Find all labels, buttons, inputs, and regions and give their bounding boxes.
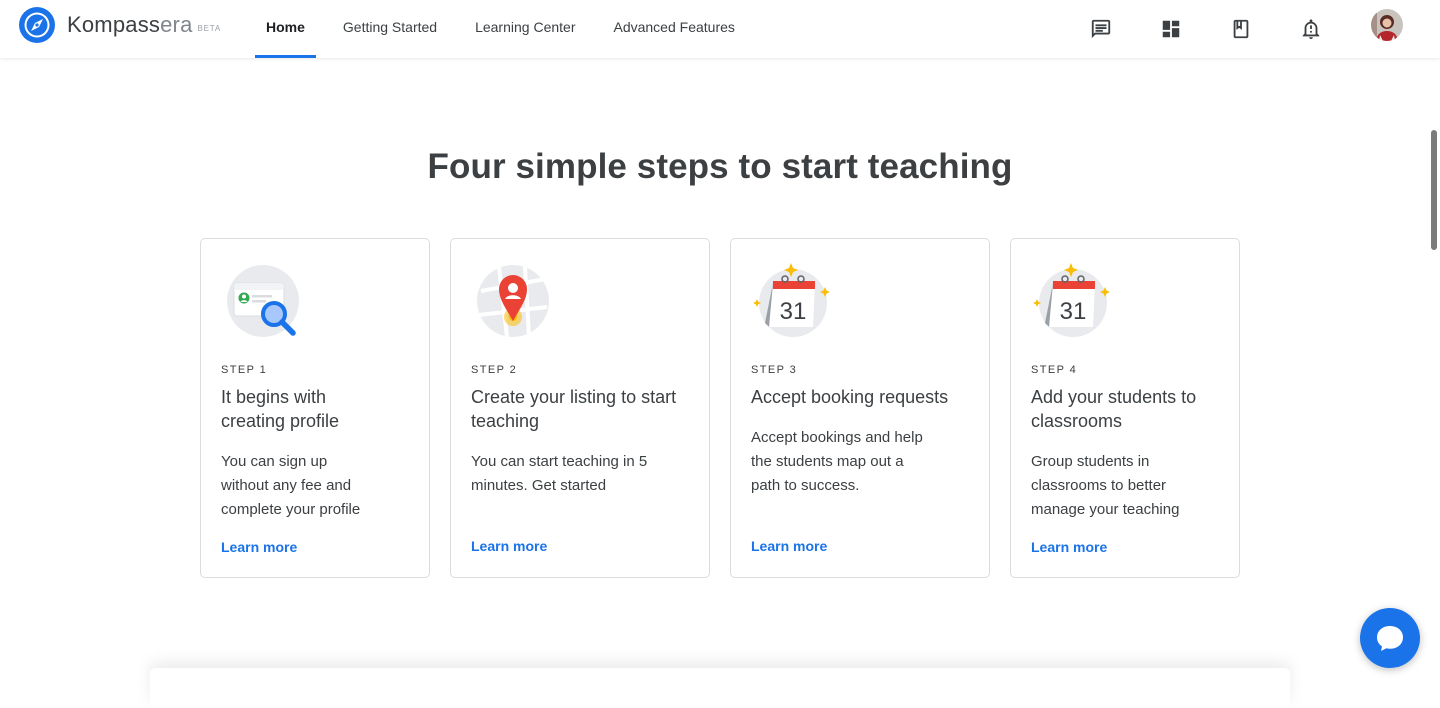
step-card-4: 31 STEP 4 Add your students to classroom… <box>1010 238 1240 578</box>
calendar-icon: 31 <box>1033 263 1110 337</box>
step-title: It begins with creating profile <box>221 387 340 431</box>
profile-search-icon <box>227 265 299 337</box>
chat-button[interactable] <box>1085 13 1117 45</box>
nav-home[interactable]: Home <box>255 0 316 58</box>
page-scrollbar[interactable] <box>1431 130 1437 250</box>
chat-widget-button[interactable] <box>1360 608 1420 668</box>
step-card-2: STEP 2 Create your listing to start teac… <box>450 238 710 578</box>
nav-advanced-features[interactable]: Advanced Features <box>602 0 745 58</box>
step-description: You can start teaching in 5 minutes. Get… <box>471 453 648 494</box>
chat-icon <box>1091 19 1111 39</box>
step-title: Accept booking requests <box>751 387 949 407</box>
calendar-icon: 31 <box>753 263 830 337</box>
dashboard-button[interactable] <box>1155 13 1187 45</box>
step-label: STEP 4 <box>1031 364 1078 376</box>
step-label: STEP 1 <box>221 364 268 376</box>
learn-more-link[interactable]: Learn more <box>221 539 297 555</box>
notifications-icon <box>1302 19 1320 40</box>
bookmark-button[interactable] <box>1225 13 1257 45</box>
step-description: Accept bookings and help the students ma… <box>751 429 923 494</box>
brand[interactable]: Kompassera BETA <box>19 7 221 43</box>
next-section-panel <box>150 668 1290 708</box>
calendar-day: 31 <box>780 298 807 325</box>
learn-more-link[interactable]: Learn more <box>471 538 547 554</box>
page-headline: Four simple steps to start teaching <box>427 147 1013 186</box>
dashboard-icon <box>1162 20 1180 38</box>
step-title: Add your students to classrooms <box>1031 387 1197 431</box>
step-card-1: STEP 1 It begins with creating profile Y… <box>200 238 430 578</box>
bookmark-icon <box>1233 19 1249 39</box>
step-description: Group students in classrooms to better m… <box>1031 453 1180 518</box>
map-pin-icon <box>477 265 549 338</box>
main-nav: Home Getting Started Learning Center Adv… <box>255 0 762 58</box>
nav-getting-started[interactable]: Getting Started <box>332 0 448 58</box>
step-label: STEP 2 <box>471 364 518 376</box>
step-label: STEP 3 <box>751 364 798 376</box>
user-avatar[interactable] <box>1371 9 1403 41</box>
learn-more-link[interactable]: Learn more <box>751 538 827 554</box>
beta-badge: BETA <box>197 24 222 33</box>
nav-learning-center[interactable]: Learning Center <box>464 0 586 58</box>
step-description: You can sign up without any fee and comp… <box>221 453 361 518</box>
notifications-button[interactable] <box>1295 13 1327 45</box>
calendar-day: 31 <box>1060 298 1087 325</box>
avatar-image <box>1371 9 1403 41</box>
step-title: Create your listing to start teaching <box>471 387 677 431</box>
brand-name: Kompassera <box>67 12 193 37</box>
step-card-3: 31 STEP 3 Accept booking requests Accept… <box>730 238 990 578</box>
chat-bubble-icon <box>1377 626 1403 651</box>
top-navigation-bar: Kompassera BETA Home Getting Started Lea… <box>0 0 1440 58</box>
learn-more-link[interactable]: Learn more <box>1031 539 1107 555</box>
compass-logo-icon <box>19 7 55 43</box>
